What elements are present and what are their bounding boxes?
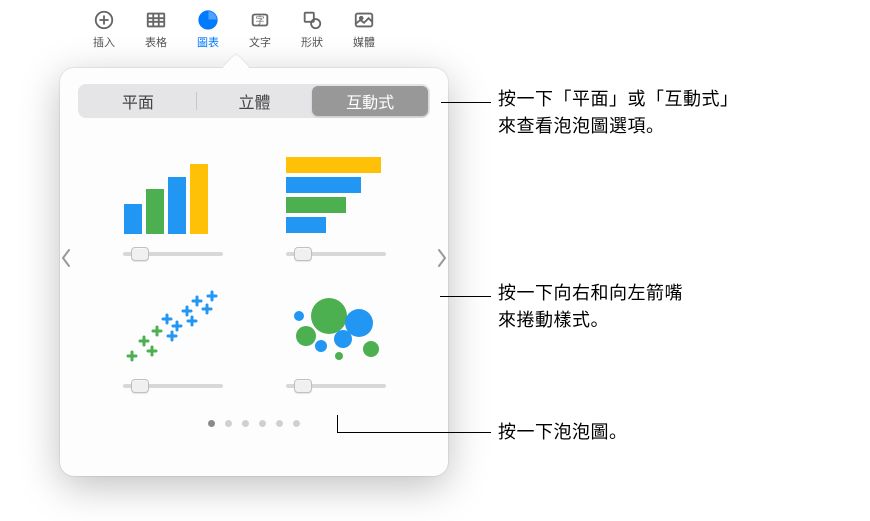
callout-bubble: 按一下泡泡圖。 (498, 419, 628, 446)
callout-tabs: 按一下「平面」或「互動式」 來查看泡泡圖選項。 (498, 86, 739, 140)
page-dot[interactable] (225, 420, 232, 427)
chart-slider[interactable] (286, 252, 386, 256)
bubble-preview (276, 276, 396, 376)
prev-style-arrow[interactable] (54, 238, 78, 278)
toolbar-insert-label: 插入 (93, 34, 115, 50)
page-dot[interactable] (259, 420, 266, 427)
toolbar-text-label: 文字 (249, 34, 271, 50)
text-icon: 字 (248, 8, 272, 32)
page-dot[interactable] (242, 420, 249, 427)
horizontal-bar-preview (276, 144, 396, 244)
chart-icon (196, 8, 220, 32)
toolbar-media[interactable]: 媒體 (352, 8, 376, 50)
toolbar: 插入 表格 圖表 字 文字 形狀 媒體 (0, 0, 870, 56)
toolbar-table-label: 表格 (145, 34, 167, 50)
chart-option-scatter[interactable] (106, 276, 239, 388)
segment-3d[interactable]: 立體 (197, 86, 313, 116)
chevron-right-icon (436, 248, 448, 268)
chart-slider[interactable] (286, 384, 386, 388)
shape-icon (300, 8, 324, 32)
chart-option-bubble[interactable] (269, 276, 402, 388)
vertical-bar-preview (113, 144, 233, 244)
chart-slider[interactable] (123, 252, 223, 256)
chart-popover: 平面 立體 互動式 (60, 68, 448, 476)
chart-type-segmented: 平面 立體 互動式 (78, 84, 430, 118)
toolbar-insert[interactable]: 插入 (92, 8, 116, 50)
chevron-left-icon (60, 248, 72, 268)
next-style-arrow[interactable] (430, 238, 454, 278)
page-dot[interactable] (208, 420, 215, 427)
chart-slider[interactable] (123, 384, 223, 388)
insert-icon (92, 8, 116, 32)
scatter-preview (113, 276, 233, 376)
toolbar-text[interactable]: 字 文字 (248, 8, 272, 50)
table-icon (144, 8, 168, 32)
page-indicator (78, 420, 430, 427)
callout-arrows: 按一下向右和向左箭嘴 來捲動樣式。 (498, 280, 683, 334)
toolbar-chart[interactable]: 圖表 (196, 8, 220, 50)
toolbar-media-label: 媒體 (353, 34, 375, 50)
toolbar-table[interactable]: 表格 (144, 8, 168, 50)
media-icon (352, 8, 376, 32)
segment-interactive[interactable]: 互動式 (312, 86, 428, 116)
chart-style-grid (78, 118, 430, 398)
svg-text:字: 字 (255, 15, 264, 26)
chart-option-vertical-bar[interactable] (106, 144, 239, 256)
toolbar-shape[interactable]: 形狀 (300, 8, 324, 50)
page-dot[interactable] (293, 420, 300, 427)
toolbar-shape-label: 形狀 (301, 34, 323, 50)
page-dot[interactable] (276, 420, 283, 427)
segment-flat[interactable]: 平面 (80, 86, 196, 116)
chart-option-horizontal-bar[interactable] (269, 144, 402, 256)
toolbar-chart-label: 圖表 (197, 34, 219, 50)
